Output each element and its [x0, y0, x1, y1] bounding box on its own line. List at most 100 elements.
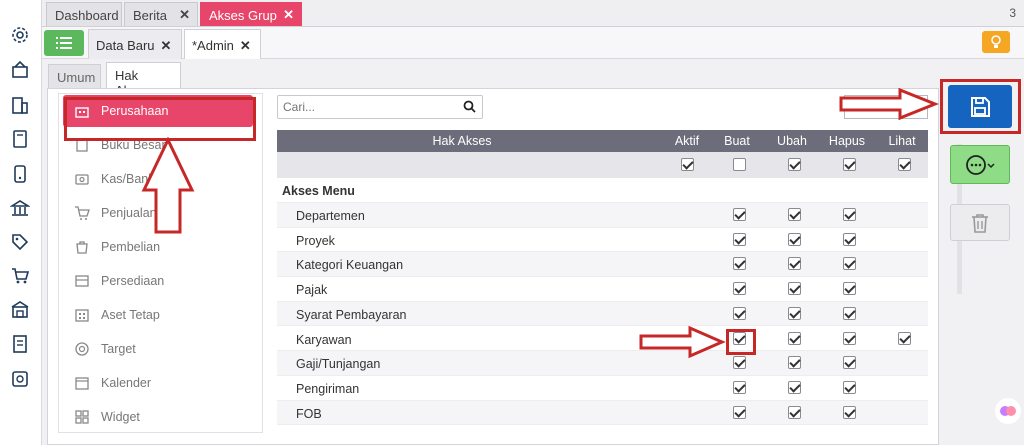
permission-checkbox[interactable] — [733, 208, 746, 221]
permission-checkbox[interactable] — [788, 232, 801, 246]
permission-checkbox[interactable] — [733, 257, 746, 271]
table-row: Karyawan — [277, 327, 928, 352]
inventory-icon — [73, 272, 91, 290]
menu-item-penjualan[interactable]: Penjualan — [63, 197, 253, 229]
permission-checkbox[interactable] — [733, 306, 746, 320]
permissions-table: Hak Akses Aktif Buat Ubah Hapus Lihat Ak… — [277, 130, 928, 435]
permission-checkbox[interactable] — [788, 257, 801, 271]
tax-icon[interactable] — [9, 333, 31, 355]
delete-button[interactable] — [950, 204, 1010, 241]
tab-label: Dashboard — [55, 8, 119, 23]
warehouse-icon[interactable] — [9, 298, 31, 320]
permission-checkbox[interactable] — [788, 380, 801, 394]
tab-dashboard[interactable]: Dashboard — [46, 2, 122, 26]
permission-label: FOB — [296, 406, 322, 421]
building-icon[interactable] — [9, 94, 31, 116]
table-row: Departemen — [277, 203, 928, 228]
permission-checkbox[interactable] — [733, 282, 746, 296]
table-row: FOB — [277, 400, 928, 426]
permission-checkbox[interactable] — [788, 405, 801, 419]
close-icon[interactable]: ✕ — [240, 38, 251, 53]
book-icon[interactable] — [9, 128, 31, 150]
tab-count[interactable]: 3 — [1009, 6, 1016, 20]
lightbulb-icon — [991, 35, 1001, 48]
tips-button[interactable] — [982, 31, 1010, 53]
permission-panel: Perusahaan Buku Besar Kas/Bank Penjualan… — [47, 88, 939, 445]
permission-checkbox[interactable] — [843, 405, 856, 419]
permission-checkbox[interactable] — [788, 356, 801, 370]
permission-checkbox[interactable] — [843, 208, 856, 221]
permission-checkbox[interactable] — [788, 208, 801, 221]
menu-item-perusahaan[interactable]: Perusahaan — [63, 95, 253, 127]
close-icon[interactable]: ✕ — [179, 7, 190, 23]
select-all-checkbox[interactable] — [788, 158, 801, 171]
permission-checkbox[interactable] — [733, 380, 746, 394]
assistant-icon[interactable] — [995, 398, 1021, 424]
column-header: Ubah — [777, 134, 807, 148]
permission-label: Proyek — [296, 233, 335, 248]
permission-checkbox[interactable] — [733, 405, 746, 419]
permission-checkbox[interactable] — [788, 306, 801, 320]
menu-item-pembelian[interactable]: Pembelian — [63, 231, 253, 263]
menu-item-kalender[interactable]: Kalender — [63, 367, 253, 399]
permission-checkbox[interactable] — [843, 257, 856, 271]
tab-label: Data Baru — [96, 38, 155, 53]
company-icon — [73, 102, 91, 120]
select-all-checkbox[interactable] — [681, 158, 694, 171]
menu-item-label: Perusahaan — [101, 104, 169, 118]
column-header: Hak Akses — [432, 134, 492, 148]
menu-item-widget[interactable]: Widget — [63, 401, 253, 432]
permission-checkbox[interactable] — [733, 232, 746, 246]
tab-hak-akses[interactable]: Hak Akses — [106, 62, 181, 98]
menu-item-label: Aset Tetap — [101, 308, 160, 322]
permission-checkbox[interactable] — [733, 331, 746, 345]
menu-item-buku-besar[interactable]: Buku Besar — [63, 129, 253, 161]
permission-checkbox[interactable] — [898, 331, 911, 345]
left-sidebar — [0, 0, 42, 445]
permission-checkbox[interactable] — [788, 282, 801, 296]
permission-checkbox[interactable] — [788, 331, 801, 345]
tab-admin[interactable]: *Admin ✕ — [184, 29, 261, 59]
cart-nav-icon[interactable] — [9, 265, 31, 287]
menu-item-kas-bank[interactable]: Kas/Bank — [63, 163, 253, 195]
menu-item-aset-tetap[interactable]: Aset Tetap — [63, 299, 253, 331]
group-row: Akses Menu — [277, 178, 928, 203]
select-all-checkbox[interactable] — [733, 158, 746, 171]
permission-checkbox[interactable] — [843, 380, 856, 394]
tag-icon[interactable] — [9, 231, 31, 253]
close-icon[interactable]: ✕ — [283, 7, 294, 23]
report-icon[interactable] — [9, 368, 31, 390]
permission-checkbox[interactable] — [843, 356, 856, 370]
copy-permissions-button[interactable]: Salin Hak — [844, 95, 928, 119]
search-icon[interactable] — [463, 100, 476, 113]
company-nav-icon[interactable] — [9, 58, 31, 80]
permission-checkbox[interactable] — [733, 356, 746, 370]
select-all-checkbox[interactable] — [843, 158, 856, 171]
tab-umum[interactable]: Umum — [48, 64, 101, 88]
list-icon — [56, 37, 72, 49]
select-all-checkbox[interactable] — [898, 158, 911, 171]
permission-checkbox[interactable] — [843, 232, 856, 246]
permission-label: Departemen — [296, 209, 365, 223]
permission-checkbox[interactable] — [843, 331, 856, 345]
bank-icon[interactable] — [9, 197, 31, 219]
more-options-button[interactable] — [950, 145, 1010, 184]
phone-icon[interactable] — [9, 163, 31, 185]
tab-akses-grup[interactable]: Akses Grup ✕ — [200, 2, 302, 26]
table-row: Pengiriman — [277, 376, 928, 401]
permission-checkbox[interactable] — [843, 282, 856, 296]
search-input[interactable] — [278, 96, 448, 118]
close-icon[interactable]: ✕ — [161, 38, 172, 53]
tab-data-baru[interactable]: Data Baru ✕ — [88, 29, 182, 59]
permission-label: Karyawan — [296, 332, 352, 347]
sub-tab-bar: Data Baru ✕ *Admin ✕ — [42, 27, 1024, 59]
settings-icon[interactable] — [9, 24, 31, 46]
list-view-button[interactable] — [44, 30, 84, 56]
tab-berita[interactable]: Berita ✕ — [124, 2, 198, 26]
menu-item-persediaan[interactable]: Persediaan — [63, 265, 253, 297]
permission-checkbox[interactable] — [843, 306, 856, 320]
target-icon — [73, 340, 91, 358]
purchase-icon — [73, 238, 91, 256]
menu-item-target[interactable]: Target — [63, 333, 253, 365]
save-button[interactable] — [948, 85, 1012, 128]
